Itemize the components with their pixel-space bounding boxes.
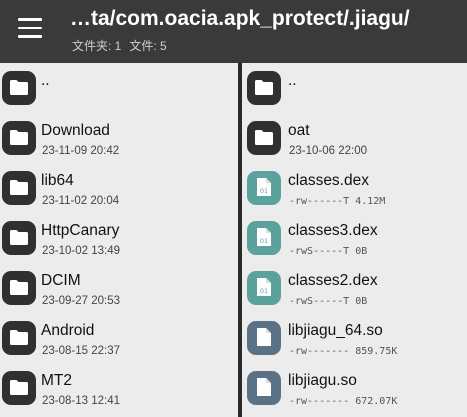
left-pane-item[interactable]: MT2 23-08-13 12:41 xyxy=(0,366,238,416)
file-name: Download xyxy=(41,122,110,139)
file-name: lib64 xyxy=(41,172,74,189)
svg-text:01: 01 xyxy=(260,287,268,295)
menu-icon[interactable] xyxy=(18,18,42,38)
file-name: oat xyxy=(288,122,310,139)
right-pane-item[interactable]: .. xyxy=(242,66,467,116)
folder-icon xyxy=(2,371,36,405)
file-name: classes3.dex xyxy=(288,222,378,239)
modified-date: 23-10-02 13:49 xyxy=(42,245,121,257)
right-pane-item[interactable]: 01 classes.dex -rw------T 4.12M xyxy=(242,166,467,216)
current-path[interactable]: …ta/com.oacia.apk_protect/.jiagu/ xyxy=(70,7,459,31)
file-name: classes2.dex xyxy=(288,272,378,289)
left-pane-item[interactable]: HttpCanary 23-10-02 13:49 xyxy=(0,216,238,266)
folder-icon xyxy=(2,121,36,155)
right-file-pane[interactable]: .. oat 23-10-06 22:00 01 classes.dex -rw-----… xyxy=(242,63,467,417)
file-name: MT2 xyxy=(41,372,72,389)
folder-icon xyxy=(247,121,281,155)
folder-icon xyxy=(247,71,281,105)
folder-icon xyxy=(2,321,36,355)
svg-text:01: 01 xyxy=(260,187,268,195)
modified-date: 23-08-13 12:41 xyxy=(42,395,121,407)
file-permissions-size: -rw------T 4.12M xyxy=(289,196,386,207)
top-app-bar: …ta/com.oacia.apk_protect/.jiagu/ 文件夹: 1… xyxy=(0,0,467,63)
svg-text:01: 01 xyxy=(260,237,268,245)
dex-file-icon: 01 xyxy=(247,171,281,205)
left-pane-item[interactable]: Download 23-11-09 20:42 xyxy=(0,116,238,166)
right-pane-item[interactable]: 01 classes2.dex -rwS-----T 0B xyxy=(242,266,467,316)
modified-date: 23-08-15 22:37 xyxy=(42,345,121,357)
file-name: DCIM xyxy=(41,272,81,289)
modified-date: 23-11-09 20:42 xyxy=(42,145,120,157)
file-name: .. xyxy=(288,72,297,89)
file-permissions-size: -rw------- 859.75K xyxy=(289,346,398,357)
folder-icon xyxy=(2,221,36,255)
modified-date: 23-10-06 22:00 xyxy=(289,145,368,157)
file-permissions-size: -rwS-----T 0B xyxy=(289,246,368,257)
left-pane-item[interactable]: .. xyxy=(0,66,238,116)
folder-count: 文件夹: 1 xyxy=(72,39,122,53)
right-pane-item[interactable]: libjiagu_64.so -rw------- 859.75K xyxy=(242,316,467,366)
folder-file-count: 文件夹: 1 文件: 5 xyxy=(72,37,167,54)
file-permissions-size: -rw------- 672.07K xyxy=(289,396,398,407)
file-name: libjiagu_64.so xyxy=(288,322,383,339)
modified-date: 23-11-02 20:04 xyxy=(42,195,120,207)
left-pane-item[interactable]: lib64 23-11-02 20:04 xyxy=(0,166,238,216)
left-pane-item[interactable]: Android 23-08-15 22:37 xyxy=(0,316,238,366)
file-name: Android xyxy=(41,322,95,339)
file-name: HttpCanary xyxy=(41,222,120,239)
right-pane-item[interactable]: 01 classes3.dex -rwS-----T 0B xyxy=(242,216,467,266)
file-name: libjiagu.so xyxy=(288,372,357,389)
right-pane-item[interactable]: libjiagu.so -rw------- 672.07K xyxy=(242,366,467,416)
file-name: .. xyxy=(41,72,50,89)
folder-icon xyxy=(2,71,36,105)
file-name: classes.dex xyxy=(288,172,369,189)
left-file-pane[interactable]: .. Download 23-11-09 20:42 lib64 23-11-02 20… xyxy=(0,63,238,417)
file-count: 文件: 5 xyxy=(129,39,167,53)
modified-date: 23-09-27 20:53 xyxy=(42,295,121,307)
left-pane-item[interactable]: DCIM 23-09-27 20:53 xyxy=(0,266,238,316)
file-permissions-size: -rwS-----T 0B xyxy=(289,296,368,307)
dex-file-icon: 01 xyxy=(247,271,281,305)
so-file-icon xyxy=(247,371,281,405)
dex-file-icon: 01 xyxy=(247,221,281,255)
folder-icon xyxy=(2,171,36,205)
folder-icon xyxy=(2,271,36,305)
so-file-icon xyxy=(247,321,281,355)
right-pane-item[interactable]: oat 23-10-06 22:00 xyxy=(242,116,467,166)
